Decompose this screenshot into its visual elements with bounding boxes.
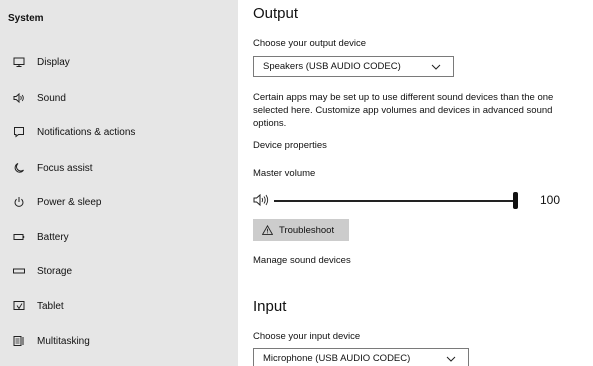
- chevron-down-icon: [446, 356, 456, 362]
- sidebar-item-sound[interactable]: Sound: [0, 83, 238, 113]
- sidebar-item-storage[interactable]: Storage: [0, 256, 238, 286]
- tablet-icon: [13, 300, 25, 312]
- troubleshoot-button[interactable]: Troubleshoot: [253, 219, 349, 241]
- sidebar-item-label: Battery: [37, 231, 69, 243]
- sidebar-title: System: [8, 13, 44, 24]
- output-description: Certain apps may be set up to use differ…: [253, 92, 554, 129]
- output-heading: Output: [253, 5, 299, 22]
- chevron-down-icon: [431, 64, 441, 70]
- power-icon: [13, 196, 25, 208]
- battery-icon: [13, 231, 25, 243]
- sidebar-item-label: Tablet: [37, 300, 64, 312]
- device-properties-link[interactable]: Device properties: [253, 140, 327, 151]
- settings-sidebar: System Display Sound Notifications & act…: [0, 0, 238, 366]
- storage-icon: [13, 265, 25, 277]
- monitor-icon: [13, 56, 25, 68]
- input-device-label: Choose your input device: [253, 331, 361, 342]
- troubleshoot-label: Troubleshoot: [279, 224, 335, 236]
- sidebar-item-notifications[interactable]: Notifications & actions: [0, 117, 238, 147]
- master-volume-label: Master volume: [253, 168, 316, 179]
- manage-sound-devices-link[interactable]: Manage sound devices: [253, 255, 351, 266]
- sidebar-item-power-sleep[interactable]: Power & sleep: [0, 187, 238, 217]
- volume-slider-track[interactable]: [274, 200, 516, 202]
- sidebar-item-battery[interactable]: Battery: [0, 222, 238, 252]
- sidebar-item-label: Display: [37, 56, 70, 68]
- sidebar-item-label: Focus assist: [37, 162, 93, 174]
- moon-icon: [13, 162, 25, 174]
- sidebar-item-label: Sound: [37, 92, 66, 104]
- input-device-dropdown[interactable]: Microphone (USB AUDIO CODEC): [253, 348, 469, 366]
- speaker-icon: [13, 92, 25, 104]
- sidebar-item-display[interactable]: Display: [0, 47, 238, 77]
- output-device-label: Choose your output device: [253, 38, 367, 49]
- sidebar-item-multitasking[interactable]: Multitasking: [0, 326, 238, 356]
- sidebar-item-label: Multitasking: [37, 335, 90, 347]
- multitasking-icon: [13, 335, 25, 347]
- input-heading: Input: [253, 298, 287, 315]
- output-device-dropdown[interactable]: Speakers (USB AUDIO CODEC): [253, 56, 454, 77]
- volume-slider-thumb[interactable]: [513, 192, 518, 209]
- master-volume-control: 100: [253, 190, 593, 210]
- input-device-value: Microphone (USB AUDIO CODEC): [263, 353, 411, 364]
- sound-settings-panel: Output Choose your output device Speaker…: [238, 0, 593, 366]
- sidebar-item-tablet[interactable]: Tablet: [0, 291, 238, 321]
- speaker-icon[interactable]: [253, 193, 269, 207]
- sidebar-item-label: Power & sleep: [37, 196, 102, 208]
- sidebar-item-label: Notifications & actions: [37, 126, 136, 138]
- sidebar-item-focus-assist[interactable]: Focus assist: [0, 153, 238, 183]
- notification-icon: [13, 126, 25, 138]
- sidebar-item-label: Storage: [37, 265, 73, 277]
- output-device-value: Speakers (USB AUDIO CODEC): [263, 61, 401, 72]
- volume-value: 100: [540, 193, 561, 207]
- warning-icon: [262, 225, 273, 235]
